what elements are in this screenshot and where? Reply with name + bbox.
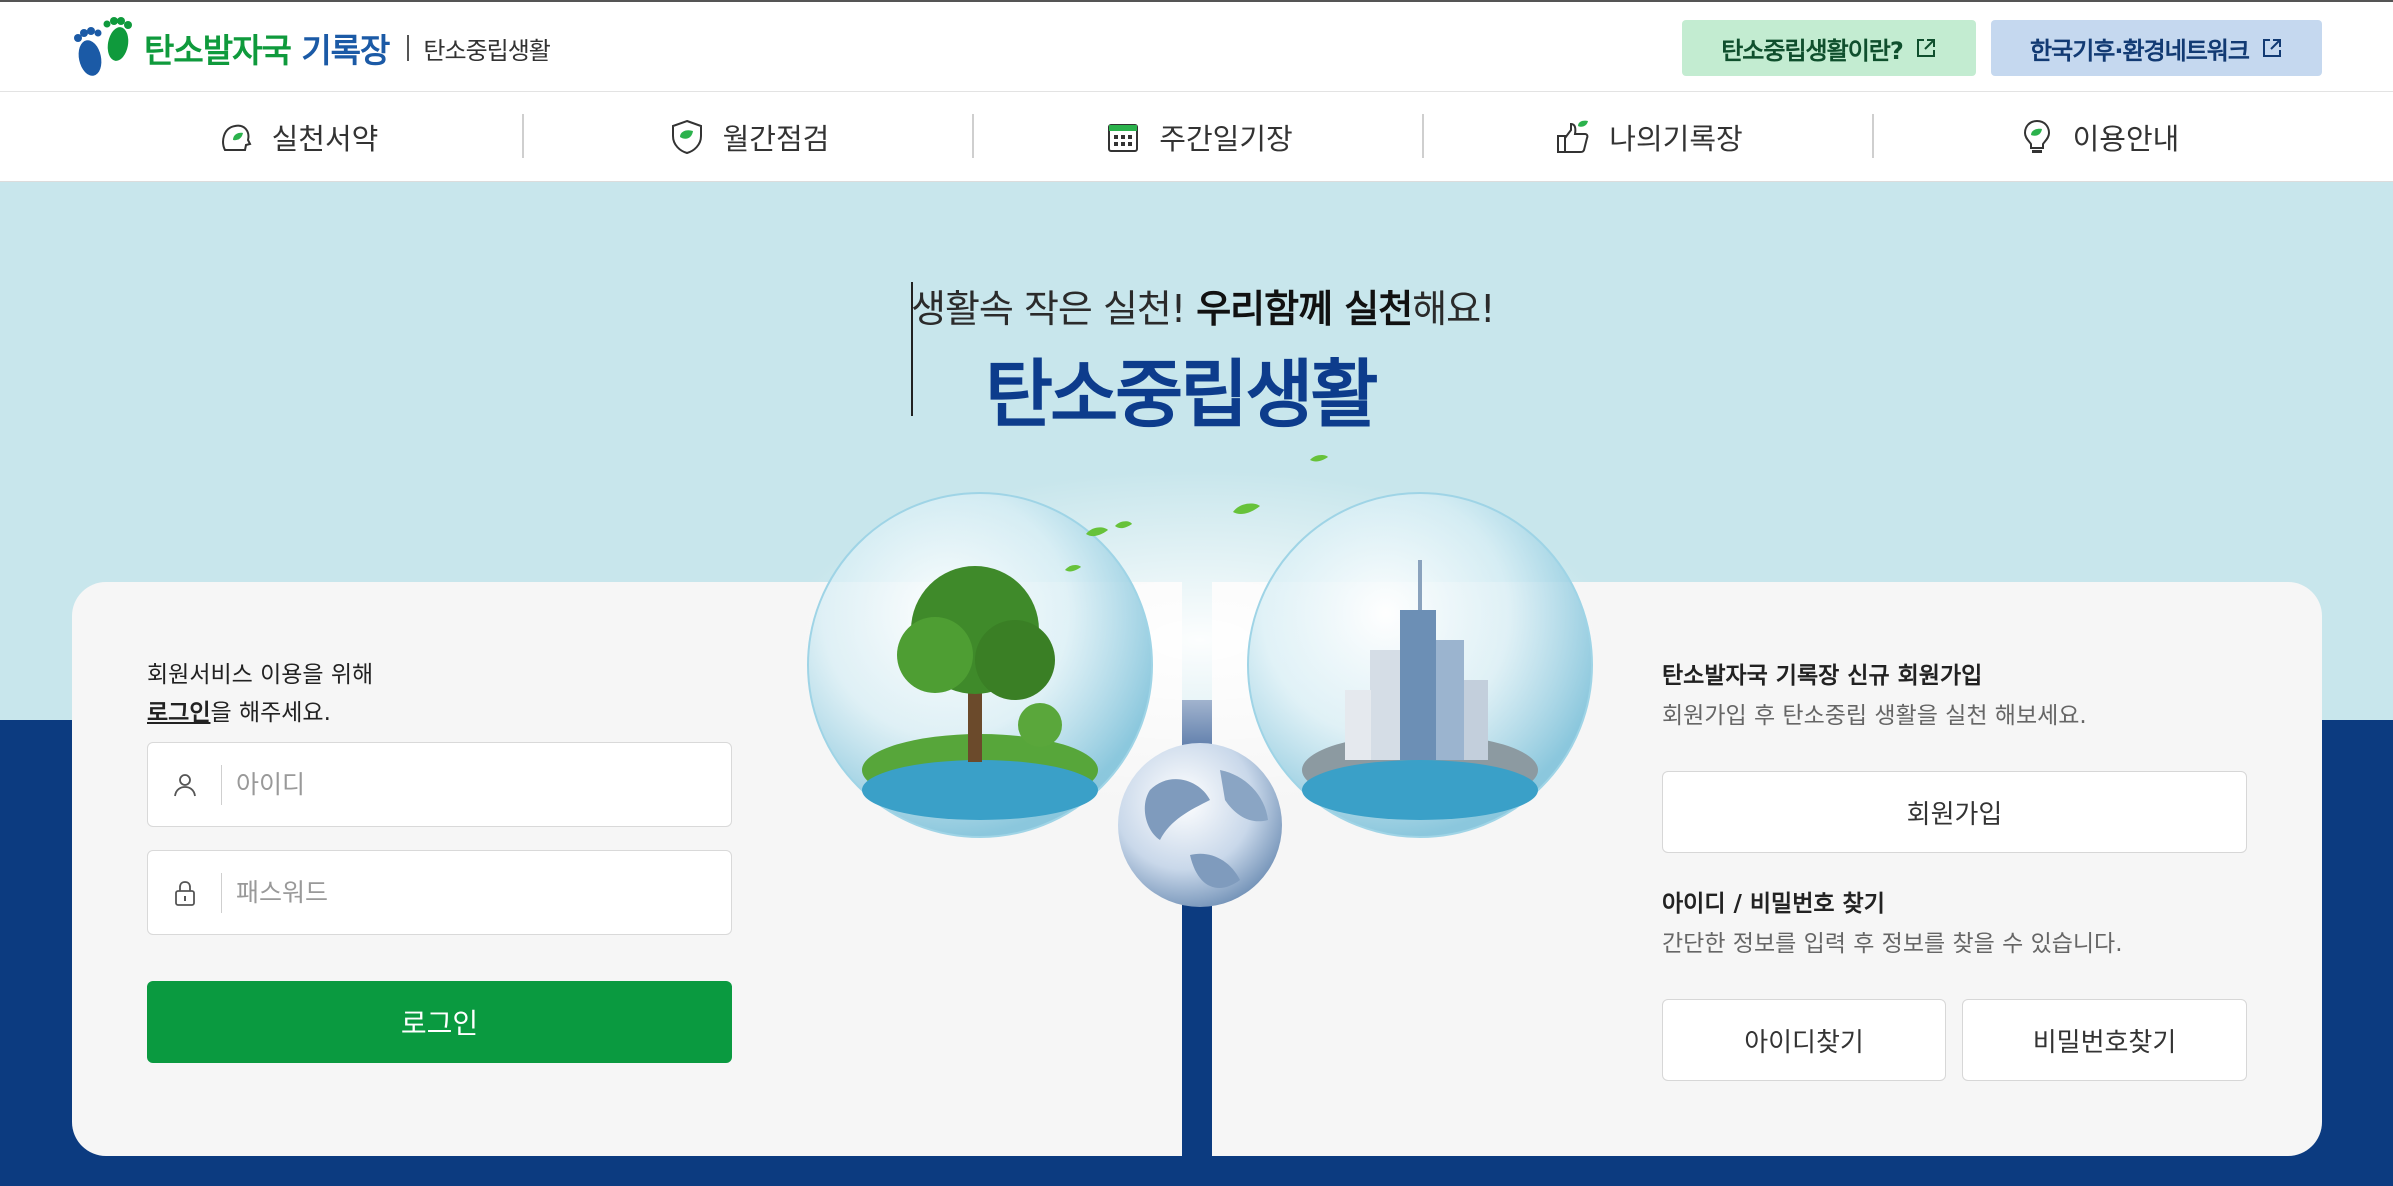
nav-item-pledge[interactable]: 실천서약 [72, 92, 522, 182]
top-header: 탄소발자국 기록장 탄소중립생활 탄소중립생활이란? 한국기후·환경네트워크 [0, 0, 2393, 92]
login-msg-line2: 로그인을 해주세요. [147, 694, 373, 732]
id-input[interactable] [222, 770, 702, 799]
login-button[interactable]: 로그인 [147, 981, 732, 1063]
lock-icon [148, 872, 222, 913]
signup-description: 회원가입 후 탄소중립 생활을 실천 해보세요. [1662, 703, 2087, 729]
logo-title: 탄소발자국 기록장 [144, 24, 390, 72]
climate-network-label: 한국기후·환경네트워크 [2030, 36, 2250, 65]
slogan-post: 해요! [1412, 287, 1495, 331]
footprint-logo-icon [70, 16, 136, 80]
login-msg-rest: 을 해주세요. [210, 700, 331, 726]
nav-item-label: 월간점검 [722, 122, 830, 156]
site-logo[interactable]: 탄소발자국 기록장 탄소중립생활 [70, 16, 551, 80]
nav-item-label: 이용안내 [2072, 122, 2180, 156]
thumbs-up-leaf-icon [1553, 117, 1593, 157]
slogan-pre: 생활속 작은 실천! [911, 287, 1197, 331]
climate-network-link[interactable]: 한국기후·환경네트워크 [1991, 20, 2322, 76]
find-account-description: 간단한 정보를 입력 후 정보를 찾을 수 있습니다. [1662, 931, 2123, 957]
nav-item-label: 주간일기장 [1159, 122, 1293, 156]
hero-slogan: 생활속 작은 실천! 우리함께 실천해요! [911, 278, 1511, 333]
password-input[interactable] [222, 878, 702, 907]
login-button-label: 로그인 [400, 1007, 479, 1040]
head-leaf-icon [216, 117, 256, 157]
id-field[interactable] [147, 742, 732, 827]
external-link-icon [1916, 39, 1935, 57]
hero-title: 탄소중립생활 [985, 352, 1378, 438]
nav-item-usage-guide[interactable]: 이용안내 [1874, 92, 2322, 182]
logo-title-accent: 기록장 [301, 31, 390, 70]
find-id-button[interactable]: 아이디찾기 [1662, 999, 1946, 1081]
external-link-icon [2262, 39, 2281, 57]
about-carbon-neutral-link[interactable]: 탄소중립생활이란? [1682, 20, 1976, 76]
shield-leaf-icon [667, 117, 707, 157]
calendar-icon [1103, 117, 1143, 157]
signup-heading: 탄소발자국 기록장 신규 회원가입 [1662, 663, 1983, 689]
nav-item-label: 실천서약 [271, 122, 379, 156]
login-msg-line1: 회원서비스 이용을 위해 [147, 662, 374, 688]
about-carbon-neutral-label: 탄소중립생활이란? [1721, 36, 1904, 65]
main-nav: 실천서약 월간점검 주간일기장 나의기록장 이용안내 [0, 92, 2393, 182]
logo-divider [407, 35, 410, 61]
login-emphasis: 로그인 [147, 700, 211, 726]
find-password-button[interactable]: 비밀번호찾기 [1962, 999, 2247, 1081]
find-id-label: 아이디찾기 [1744, 1027, 1864, 1058]
nav-item-monthly-check[interactable]: 월간점검 [524, 92, 972, 182]
nav-item-label: 나의기록장 [1609, 122, 1743, 156]
find-account-heading: 아이디 / 비밀번호 찾기 [1662, 891, 1885, 917]
slogan-bold: 우리함께 실천 [1196, 287, 1413, 331]
logo-title-main: 탄소발자국 [144, 31, 292, 70]
lightbulb-leaf-icon [2017, 117, 2057, 157]
find-password-label: 비밀번호찾기 [2032, 1027, 2177, 1058]
nav-item-weekly-diary[interactable]: 주간일기장 [974, 92, 1422, 182]
password-field[interactable] [147, 850, 732, 935]
nav-item-my-records[interactable]: 나의기록장 [1424, 92, 1872, 182]
logo-subtitle: 탄소중립생활 [423, 36, 550, 65]
globe-terrarium-illustration [780, 455, 1620, 907]
login-instructions: 회원서비스 이용을 위해 로그인을 해주세요. [147, 656, 373, 732]
signup-button-label: 회원가입 [1906, 799, 2003, 830]
user-icon [148, 764, 222, 805]
signup-button[interactable]: 회원가입 [1662, 771, 2247, 853]
